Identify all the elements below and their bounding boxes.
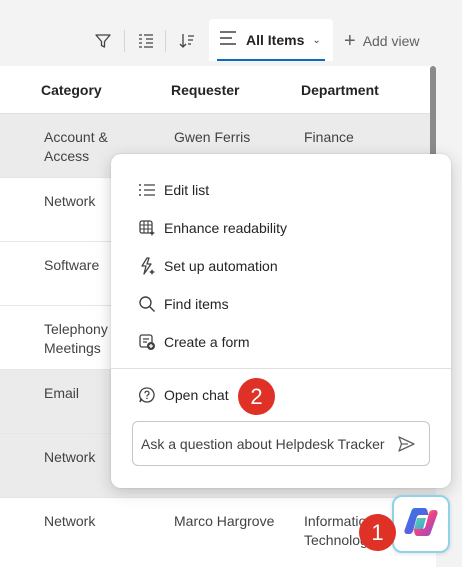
view-list-icon: [219, 30, 237, 50]
menu-item-create-form[interactable]: Create a form: [137, 331, 250, 353]
vertical-scrollbar[interactable]: [430, 66, 436, 166]
chat-help-icon: [137, 385, 157, 405]
step-badge-1: 1: [359, 514, 396, 551]
cell-department: Finance: [304, 129, 354, 145]
menu-item-enhance-readability[interactable]: Enhance readability: [137, 217, 287, 239]
view-selector[interactable]: All Items ⌄: [209, 19, 333, 61]
add-view-button[interactable]: + Add view: [344, 30, 420, 52]
add-view-label: Add view: [362, 33, 420, 49]
search-icon: [137, 294, 157, 314]
plus-icon: +: [344, 30, 356, 52]
menu-item-label: Find items: [164, 296, 229, 312]
list-icon: [137, 180, 157, 200]
step-badge-2: 2: [238, 378, 275, 415]
menu-item-label: Create a form: [164, 334, 250, 350]
send-icon[interactable]: [395, 433, 417, 455]
menu-item-find-items[interactable]: Find items: [137, 293, 229, 315]
sort-icon[interactable]: [175, 29, 199, 53]
column-header-row: Category Requester Department: [0, 66, 436, 114]
copilot-question-input[interactable]: [141, 422, 391, 465]
copilot-launcher-button[interactable]: [392, 495, 450, 553]
cell-requester: Marco Hargrove: [174, 513, 275, 529]
menu-item-label: Set up automation: [164, 258, 278, 274]
column-header-requester[interactable]: Requester: [171, 82, 239, 98]
chevron-down-icon: ⌄: [312, 34, 321, 46]
group-by-icon[interactable]: [134, 29, 158, 53]
copilot-icon: [403, 505, 439, 544]
cell-category: Network: [44, 513, 96, 529]
view-label: All Items: [246, 32, 305, 48]
active-view-indicator: [217, 59, 325, 61]
cell-requester: Gwen Ferris: [174, 129, 251, 145]
table-sparkle-icon: [137, 218, 157, 238]
menu-item-edit-list[interactable]: Edit list: [137, 179, 209, 201]
copilot-question-box[interactable]: [132, 421, 430, 466]
column-header-category[interactable]: Category: [41, 82, 102, 98]
menu-divider: [111, 368, 451, 369]
menu-item-open-chat[interactable]: Open chat: [137, 384, 229, 406]
command-bar: All Items ⌄ + Add view: [0, 0, 462, 66]
column-header-department[interactable]: Department: [301, 82, 379, 98]
menu-item-label: Edit list: [164, 182, 210, 198]
menu-item-label: Open chat: [164, 387, 229, 403]
menu-item-set-up-automation[interactable]: Set up automation: [137, 255, 278, 277]
form-add-icon: [137, 332, 157, 352]
automation-flash-icon: [137, 256, 157, 276]
copilot-menu: Edit list Enhance readability Set up aut…: [111, 154, 451, 488]
filter-icon[interactable]: [91, 29, 115, 53]
menu-item-label: Enhance readability: [164, 220, 287, 236]
toolbar-separator: [124, 30, 125, 52]
toolbar-separator: [165, 30, 166, 52]
